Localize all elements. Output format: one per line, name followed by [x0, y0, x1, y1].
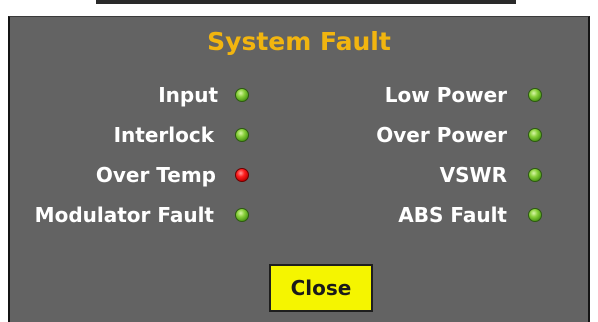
top-border-line	[96, 0, 516, 4]
indicator-modulator-fault: Modulator Fault	[10, 203, 214, 227]
indicator-over-power: Over Power	[310, 123, 507, 147]
over-power-status-led-icon	[528, 128, 542, 142]
indicator-over-temp: Over Temp	[10, 163, 216, 187]
indicator-label: ABS Fault	[398, 203, 507, 227]
over-temp-status-led-icon	[235, 168, 249, 182]
indicator-vswr: VSWR	[310, 163, 507, 187]
indicator-abs-fault: ABS Fault	[310, 203, 507, 227]
close-button[interactable]: Close	[269, 264, 373, 312]
indicator-label: Over Power	[376, 123, 507, 147]
indicator-label: Low Power	[384, 83, 507, 107]
input-status-led-icon	[235, 88, 249, 102]
indicator-label: Input	[158, 83, 218, 107]
indicator-low-power: Low Power	[310, 83, 507, 107]
system-fault-dialog: System Fault Input Interlock Over Temp M…	[8, 16, 590, 322]
vswr-status-led-icon	[528, 168, 542, 182]
indicator-label: VSWR	[439, 163, 507, 187]
interlock-status-led-icon	[235, 128, 249, 142]
indicator-label: Interlock	[113, 123, 214, 147]
indicator-label: Over Temp	[95, 163, 216, 187]
indicator-input: Input	[10, 83, 218, 107]
indicator-interlock: Interlock	[10, 123, 214, 147]
abs-fault-status-led-icon	[528, 208, 542, 222]
indicator-label: Modulator Fault	[34, 203, 214, 227]
low-power-status-led-icon	[528, 88, 542, 102]
dialog-title: System Fault	[207, 27, 391, 56]
modulator-fault-status-led-icon	[235, 208, 249, 222]
